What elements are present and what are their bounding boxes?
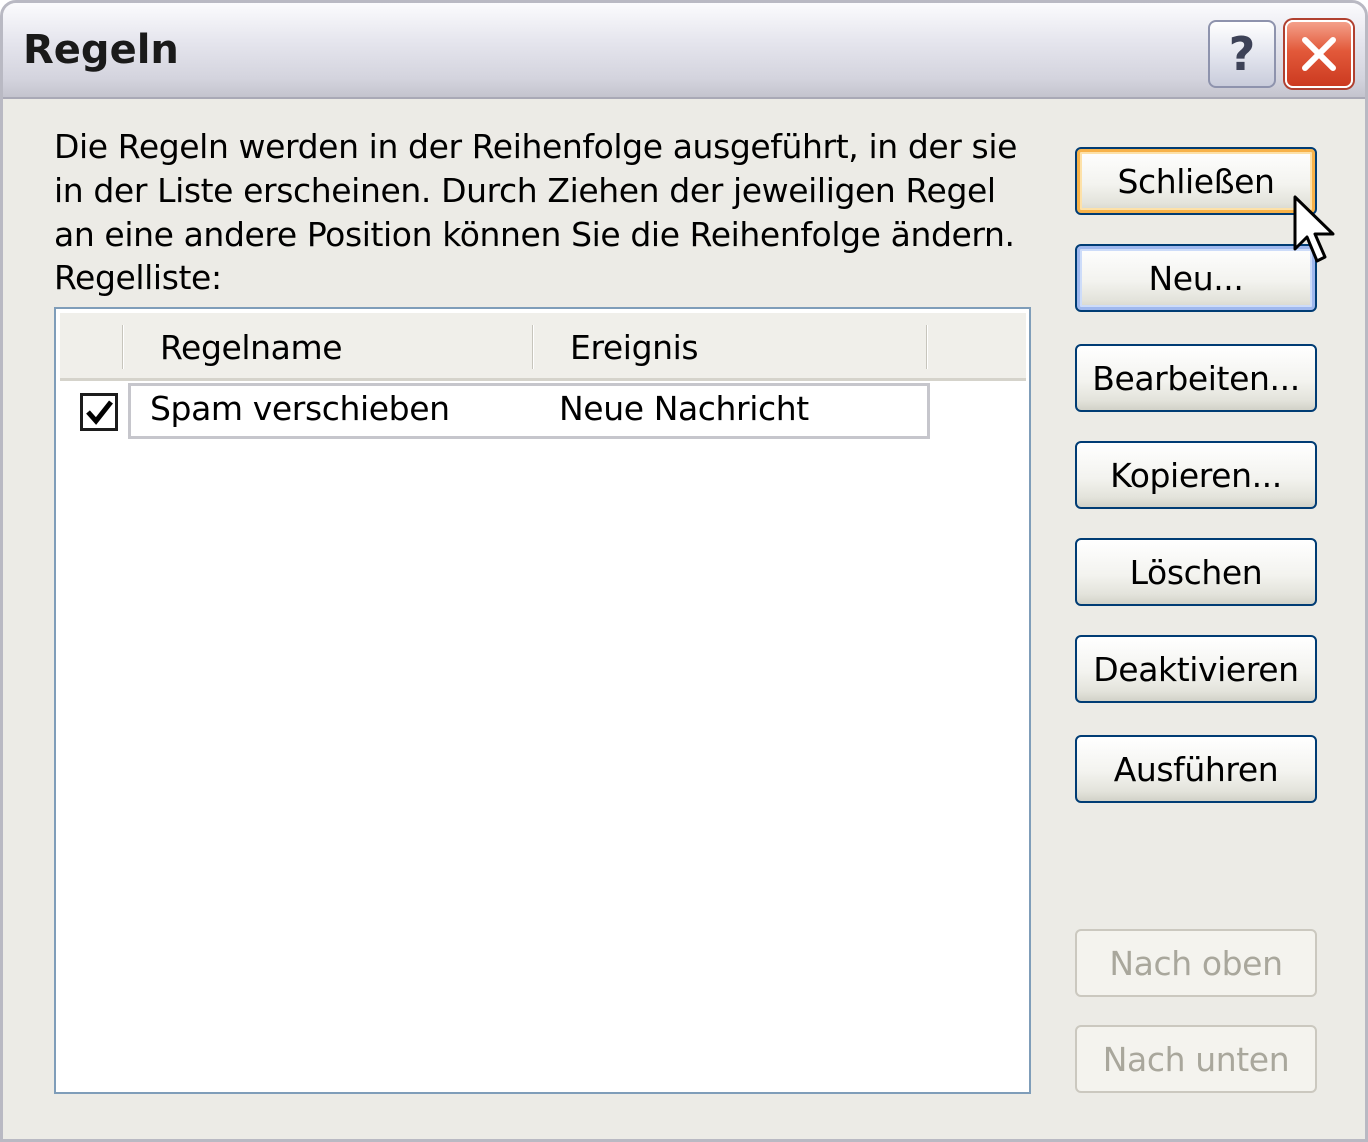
edit-button[interactable]: Bearbeiten... <box>1075 344 1317 412</box>
title-bar[interactable]: Regeln ? <box>3 3 1365 99</box>
checkmark-icon <box>86 400 113 425</box>
deactivate-button[interactable]: Deaktivieren <box>1075 635 1317 703</box>
close-icon <box>1302 37 1336 71</box>
column-separator[interactable] <box>926 325 928 369</box>
copy-button[interactable]: Kopieren... <box>1075 441 1317 509</box>
delete-button[interactable]: Löschen <box>1075 538 1317 606</box>
header-rule-name[interactable]: Regelname <box>124 313 534 381</box>
move-down-button[interactable]: Nach unten <box>1075 1025 1317 1093</box>
list-header: Regelname Ereignis <box>60 313 1026 381</box>
rule-list-label: Regelliste: <box>54 258 222 297</box>
rule-list[interactable]: Regelname Ereignis Spam verschieben Neue… <box>54 307 1031 1094</box>
rule-event-cell: Neue Nachricht <box>559 389 809 428</box>
header-check-column[interactable] <box>60 313 124 381</box>
close-button[interactable]: Schließen <box>1075 147 1317 215</box>
description-text: Die Regeln werden in der Reihenfolge aus… <box>54 127 1017 254</box>
rule-name-cell: Spam verschieben <box>150 389 450 428</box>
help-icon: ? <box>1228 27 1256 81</box>
move-up-button[interactable]: Nach oben <box>1075 929 1317 997</box>
rule-enabled-checkbox[interactable] <box>80 393 118 431</box>
header-event[interactable]: Ereignis <box>534 313 928 381</box>
window-title: Regeln <box>23 27 179 73</box>
run-button[interactable]: Ausführen <box>1075 735 1317 803</box>
help-button[interactable]: ? <box>1208 20 1276 88</box>
new-button[interactable]: Neu... <box>1075 244 1317 312</box>
rules-dialog: Regeln ? Die Regeln werden in der Reihen… <box>0 0 1368 1142</box>
close-window-button[interactable] <box>1285 20 1353 88</box>
